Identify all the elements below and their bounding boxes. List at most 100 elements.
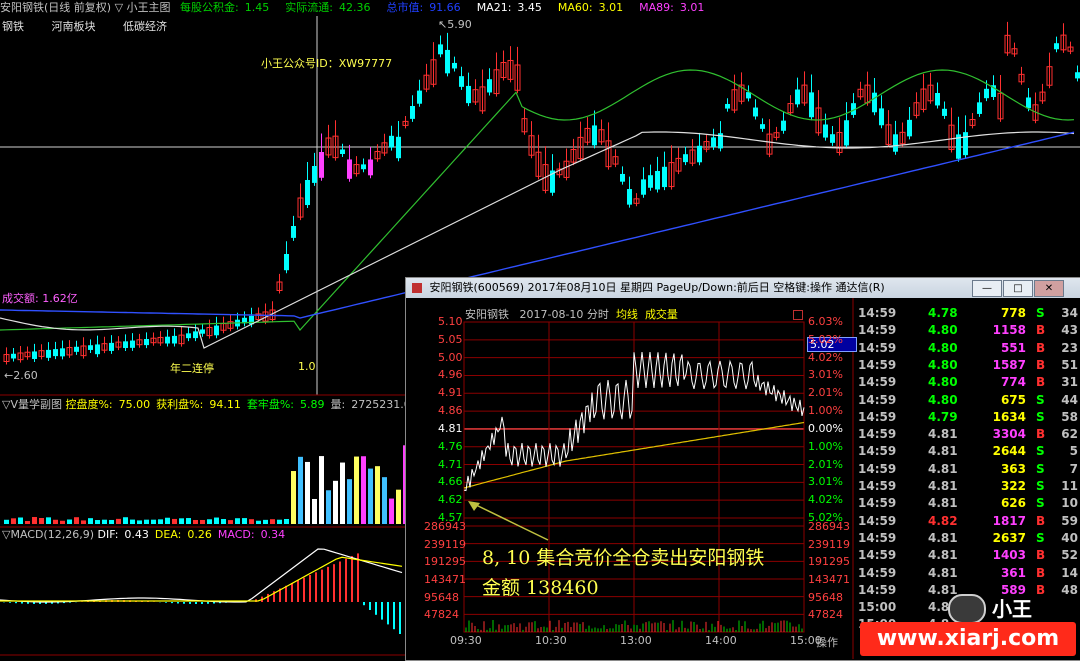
tick-side: B (1036, 513, 1046, 528)
vol-tick-left: 239119 (424, 537, 466, 551)
pct-tick: 4.02% (808, 350, 843, 364)
tick-row[interactable]: 14:59 4.80 675 S 44 (858, 392, 1078, 409)
pct-tick: 3.01% (808, 475, 843, 489)
tick-row[interactable]: 14:59 4.81 361 B 14 (858, 565, 1078, 582)
tick-time: 14:59 (858, 496, 897, 511)
tick-price: 4.81 (928, 461, 958, 476)
tick-time: 14:59 (858, 565, 897, 580)
tick-time: 14:59 (858, 479, 897, 493)
price-tick: 4.71 (438, 457, 463, 471)
tick-row[interactable]: 14:59 4.80 1587 B 51 (858, 357, 1078, 374)
vol-tick-right: 239119 (808, 537, 850, 551)
tick-time: 14:59 (858, 340, 897, 355)
tick-side: B (1036, 340, 1046, 355)
pct-tick: 2.01% (808, 386, 843, 400)
tick-n: 51 (1061, 357, 1078, 372)
tick-n: 34 (1061, 306, 1078, 320)
intraday-date: 2017-08-10 分时 (519, 308, 609, 321)
tick-row[interactable]: 14:59 4.82 1817 B 59 (858, 513, 1078, 530)
tick-time: 14:59 (858, 444, 897, 459)
tick-vol: 322 (1000, 479, 1026, 493)
tick-row[interactable]: 14:59 4.81 1403 B 52 (858, 547, 1078, 564)
tick-row[interactable]: 14:59 4.81 2637 S 40 (858, 530, 1078, 547)
vol-label: 成交量 (644, 308, 678, 321)
tick-side: S (1036, 444, 1045, 459)
tick-price: 4.80 (928, 340, 958, 355)
tick-side: S (1036, 392, 1045, 407)
tick-n: 11 (1061, 479, 1078, 493)
tick-side: B (1036, 375, 1046, 390)
tick-time: 14:59 (858, 461, 897, 476)
vol-tick-right: 191295 (808, 555, 850, 569)
price-tick: 4.86 (438, 404, 463, 418)
pct-tick: 1.00% (808, 439, 843, 453)
tick-n: 7 (1069, 461, 1078, 476)
price-tick: 5.00 (438, 350, 463, 364)
vol-tick-right: 143471 (808, 573, 850, 586)
price-tick: 4.62 (438, 493, 463, 507)
tick-n: 52 (1061, 548, 1078, 563)
tick-time: 14:59 (858, 409, 897, 424)
tick-side: S (1036, 306, 1045, 320)
pct-tick: 1.00% (808, 404, 843, 418)
tick-vol: 3304 (992, 427, 1026, 442)
tick-n: 58 (1061, 409, 1078, 424)
annotation-arrow (471, 502, 549, 541)
annotation-line2: 金额 138460 (482, 577, 599, 599)
tick-n: 10 (1061, 496, 1078, 511)
operate-button[interactable]: 操作 (816, 634, 838, 650)
tick-n: 43 (1061, 323, 1078, 338)
annotation-line1: 8, 10 集合竞价全仓卖出安阳钢铁 (482, 547, 765, 569)
tick-row[interactable]: 14:59 4.81 2644 S 5 (858, 443, 1078, 460)
tick-time: 14:59 (858, 357, 897, 372)
tick-price: 4.80 (928, 392, 958, 407)
tick-row[interactable]: 14:59 4.78 778 S 34 (858, 305, 1078, 322)
vol-tick-left: 191295 (424, 555, 466, 569)
tick-side: S (1036, 461, 1045, 476)
tick-n: 62 (1061, 427, 1078, 442)
tick-row[interactable]: 14:59 4.80 551 B 23 (858, 340, 1078, 357)
tick-price: 4.81 (928, 565, 958, 580)
tick-row[interactable]: 14:59 4.81 363 S 7 (858, 461, 1078, 478)
vol-tick-left: 286943 (424, 520, 466, 533)
tick-row[interactable]: 14:59 4.81 322 S 11 (858, 478, 1078, 495)
intraday-corner-box[interactable] (793, 310, 803, 320)
tick-side: B (1036, 427, 1046, 442)
watermark-name: 小王 (992, 597, 1032, 621)
vol-tick-left: 47824 (424, 608, 459, 622)
tick-time: 14:59 (858, 427, 897, 442)
pct-tick: 2.01% (808, 457, 843, 471)
tick-n: 44 (1061, 392, 1078, 407)
tick-vol: 626 (1000, 496, 1026, 511)
tick-vol: 361 (1000, 565, 1026, 580)
tick-side: S (1036, 409, 1045, 424)
tick-time: 14:59 (858, 323, 897, 338)
tick-n: 14 (1061, 565, 1078, 580)
tick-vol: 1634 (992, 409, 1026, 424)
tick-side: B (1036, 582, 1046, 597)
tick-price: 4.81 (928, 444, 958, 459)
tick-row[interactable]: 14:59 4.81 3304 B 62 (858, 426, 1078, 443)
tick-price: 4.81 (928, 479, 958, 493)
tick-row[interactable]: 14:59 4.81 626 S 10 (858, 495, 1078, 512)
pct-tick: 3.01% (808, 368, 843, 382)
tick-vol: 774 (1000, 375, 1026, 390)
tick-row[interactable]: 14:59 4.79 1634 S 58 (858, 409, 1078, 426)
tick-row[interactable]: 14:59 4.80 1158 B 43 (858, 322, 1078, 339)
pct-tick: 6.03% (808, 315, 843, 328)
tick-n: 48 (1061, 582, 1078, 597)
tick-time: 14:59 (858, 513, 897, 528)
time-tick: 10:30 (535, 634, 567, 647)
vol-tick-left: 95648 (424, 590, 459, 604)
tick-row[interactable]: 14:59 4.80 774 B 31 (858, 374, 1078, 391)
vol-tick-right: 95648 (808, 590, 843, 604)
tick-n: 31 (1061, 375, 1078, 390)
price-tick: 4.76 (438, 439, 463, 453)
pct-tick: 5.02% (808, 332, 843, 346)
price-tick: 4.81 (438, 421, 463, 435)
tick-time: 14:59 (858, 530, 897, 545)
tick-price: 4.78 (928, 306, 958, 320)
price-tick: 4.96 (438, 368, 463, 382)
time-tick: 09:30 (450, 634, 482, 647)
tick-side: S (1036, 496, 1045, 511)
